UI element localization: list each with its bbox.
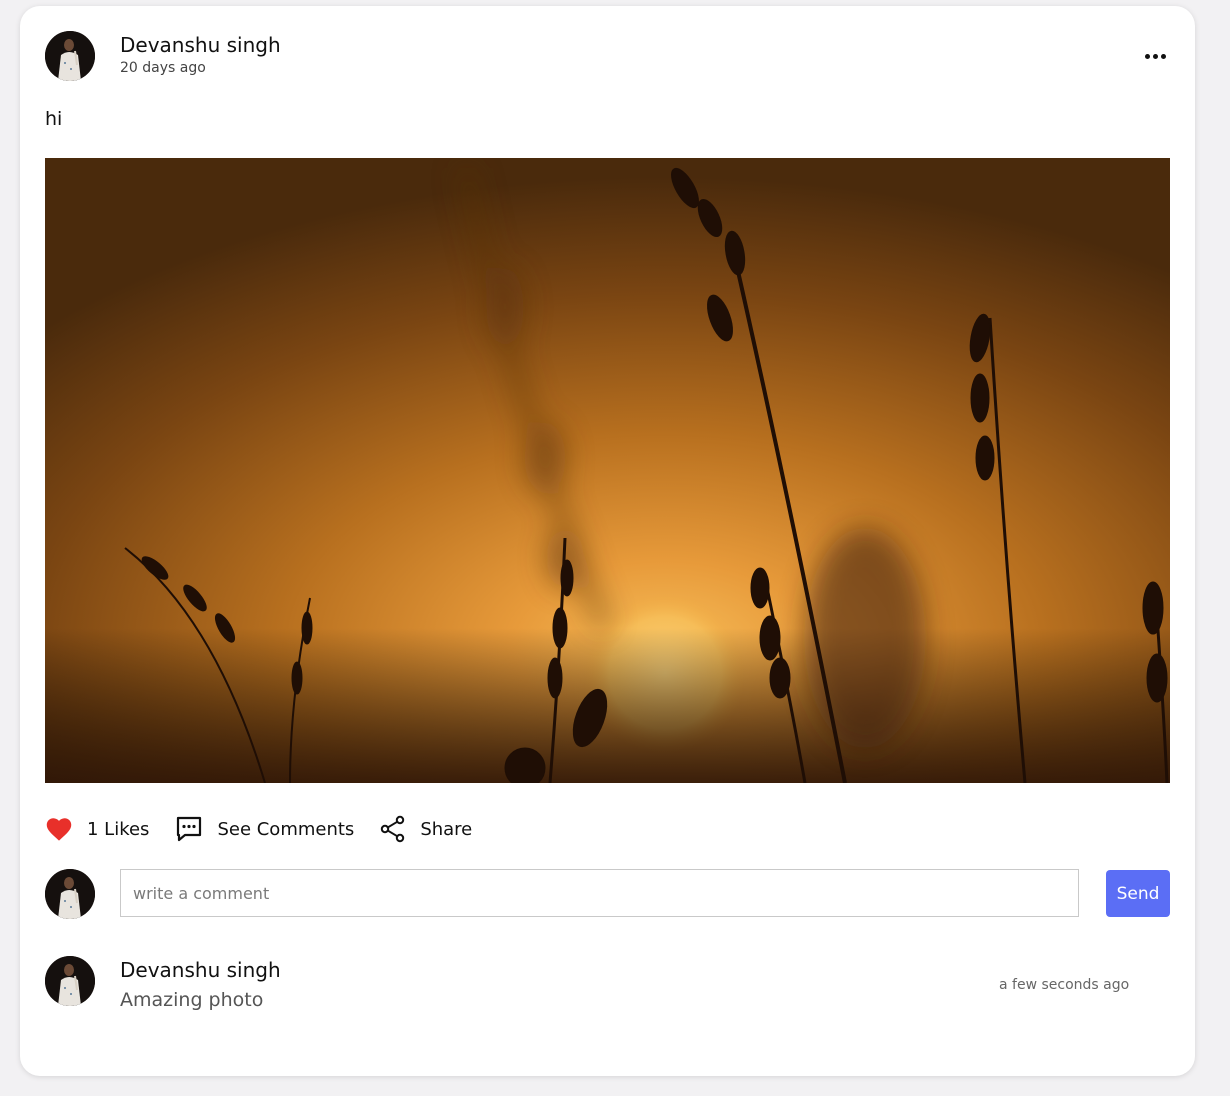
comment-author-avatar[interactable]	[45, 956, 95, 1006]
author-avatar[interactable]	[45, 31, 95, 81]
current-user-avatar	[45, 869, 95, 919]
like-button[interactable]: 1 Likes	[45, 816, 149, 842]
more-options-icon[interactable]	[1138, 44, 1172, 68]
send-button[interactable]: Send	[1106, 870, 1170, 917]
post-actions: 1 Likes See Comments Share	[45, 812, 498, 846]
post-timestamp: 20 days ago	[120, 60, 206, 76]
comment-author-name[interactable]: Devanshu singh	[120, 958, 281, 982]
post-image[interactable]	[45, 158, 1170, 783]
author-name[interactable]: Devanshu singh	[120, 33, 281, 57]
post-text: hi	[45, 108, 63, 130]
comment-timestamp: a few seconds ago	[999, 977, 1130, 993]
see-comments-label: See Comments	[217, 818, 355, 840]
comment-text: Amazing photo	[120, 989, 264, 1011]
comment-icon	[177, 816, 202, 842]
share-icon	[381, 815, 405, 843]
see-comments-button[interactable]: See Comments	[175, 815, 354, 843]
share-button[interactable]: Share	[380, 815, 472, 843]
comment-input[interactable]	[120, 869, 1079, 917]
post-card: Devanshu singh 20 days ago hi 1 Likes Se…	[20, 6, 1195, 1076]
share-label: Share	[420, 818, 473, 840]
heart-icon	[46, 818, 72, 841]
likes-count: 1 Likes	[87, 818, 150, 840]
